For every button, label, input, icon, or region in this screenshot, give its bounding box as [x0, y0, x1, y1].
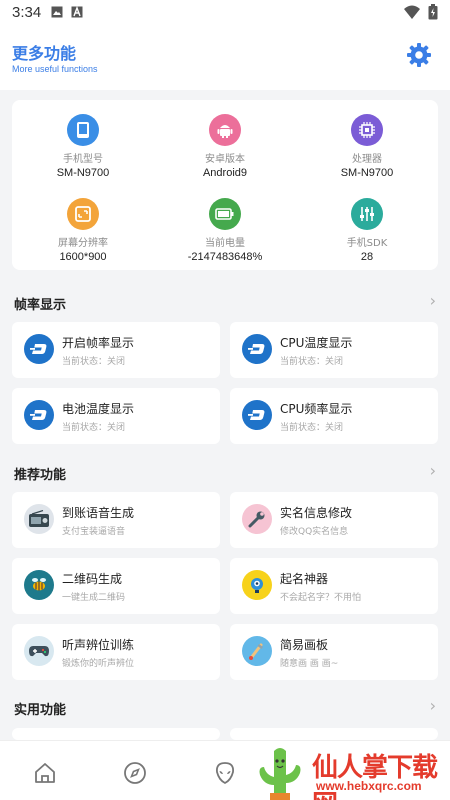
feature-card-naming[interactable]: 起名神器 不会起名字？不用怕: [230, 558, 438, 614]
screen-icon: [67, 198, 99, 230]
info-label: 屏幕分辨率: [58, 238, 108, 249]
info-battery: 当前电量 -2147483648%: [154, 198, 296, 263]
info-android-version: 安卓版本 Android9: [154, 114, 296, 179]
status-time: 3:34: [12, 3, 42, 21]
feature-card-battery-temp[interactable]: 电池温度显示 当前状态：关闭: [12, 388, 220, 444]
alien-icon[interactable]: [213, 761, 237, 785]
feature-status: 当前状态：关闭: [280, 423, 344, 433]
feature-card-partial[interactable]: [12, 728, 220, 740]
info-sdk: 手机SDK 28: [296, 198, 438, 263]
chevron-right-icon[interactable]: ›: [430, 696, 436, 715]
feature-name: 起名神器: [280, 572, 329, 586]
gear-icon[interactable]: [406, 42, 432, 68]
font-notification-icon: [71, 6, 83, 18]
feature-name: 二维码生成: [62, 572, 123, 586]
radio-icon: [24, 504, 54, 534]
section-title-utility: 实用功能: [14, 703, 67, 718]
feature-desc: 支付宝装逼语音: [62, 527, 126, 537]
compass-icon[interactable]: [123, 761, 147, 785]
gamepad-icon: [24, 636, 54, 666]
feature-card-partial[interactable]: [230, 728, 438, 740]
chevron-right-icon[interactable]: ›: [430, 291, 436, 310]
feature-card-fps-toggle[interactable]: 开启帧率显示 当前状态：关闭: [12, 322, 220, 378]
info-label: 处理器: [352, 154, 382, 165]
wrench-icon: [242, 504, 272, 534]
feature-card-realname[interactable]: 实名信息修改 修改QQ实名信息: [230, 492, 438, 548]
image-notification-icon: [51, 6, 63, 18]
feature-name: 实名信息修改: [280, 506, 353, 520]
feature-name: CPU频率显示: [280, 402, 353, 416]
chevron-right-icon[interactable]: ›: [430, 461, 436, 480]
page-title: 更多功能: [12, 44, 77, 63]
chip-icon: [351, 114, 383, 146]
cactus-icon: [259, 748, 301, 800]
feature-desc: 一键生成二维码: [62, 593, 126, 603]
bee-icon: [24, 570, 54, 600]
info-resolution: 屏幕分辨率 1600*900: [12, 198, 154, 263]
dash-icon: [24, 400, 54, 430]
dash-icon: [242, 334, 272, 364]
feature-name: 听声辨位训练: [62, 638, 135, 652]
feature-name: 电池温度显示: [62, 402, 135, 416]
feature-name: 简易画板: [280, 638, 329, 652]
wifi-icon: [404, 5, 420, 19]
feature-name: 开启帧率显示: [62, 336, 135, 350]
android-icon: [209, 114, 241, 146]
dash-icon: [242, 400, 272, 430]
dash-icon: [24, 334, 54, 364]
info-value: SM-N9700: [340, 167, 394, 179]
feature-status: 当前状态：关闭: [62, 357, 126, 367]
info-label: 当前电量: [205, 238, 245, 249]
feature-card-cpu-freq[interactable]: CPU频率显示 当前状态：关闭: [230, 388, 438, 444]
battery-icon: [209, 198, 241, 230]
info-phone-model: 手机型号 SM-N9700: [12, 114, 154, 179]
sliders-icon: [351, 198, 383, 230]
feature-name: 到账语音生成: [62, 506, 135, 520]
section-title-framerate: 帧率显示: [14, 298, 67, 313]
phone-icon: [67, 114, 99, 146]
status-bar: 3:34: [0, 0, 450, 24]
page-header: 更多功能 More useful functions: [0, 24, 450, 90]
feature-desc: 不会起名字？不用怕: [280, 593, 362, 603]
info-value: SM-N9700: [56, 167, 110, 179]
info-label: 手机SDK: [346, 238, 388, 249]
section-title-recommended: 推荐功能: [14, 468, 67, 483]
feature-card-sound-training[interactable]: 听声辨位训练 锻炼你的听声辨位: [12, 624, 220, 680]
info-value: -2147483648%: [187, 251, 263, 263]
paint-brush-icon: [242, 636, 272, 666]
feature-card-voice[interactable]: 到账语音生成 支付宝装逼语音: [12, 492, 220, 548]
feature-card-drawing-board[interactable]: 简易画板 随意画 画 画~: [230, 624, 438, 680]
device-info-card: 手机型号 SM-N9700 安卓版本 Android9 处理器 SM-N9700…: [12, 100, 438, 270]
feature-name: CPU温度显示: [280, 336, 353, 350]
feature-status: 当前状态：关闭: [62, 423, 126, 433]
bulb-head-icon: [242, 570, 272, 600]
feature-desc: 锻炼你的听声辨位: [62, 659, 135, 669]
feature-desc: 随意画 画 画~: [280, 659, 339, 669]
watermark-logo: 仙人掌下载网 www.hebxqrc.com: [250, 745, 450, 800]
feature-card-cpu-temp[interactable]: CPU温度显示 当前状态：关闭: [230, 322, 438, 378]
info-value: Android9: [202, 167, 248, 179]
page-subtitle: More useful functions: [12, 64, 98, 74]
watermark-url: www.hebxqrc.com: [316, 779, 422, 793]
info-label: 安卓版本: [205, 154, 245, 165]
feature-desc: 修改QQ实名信息: [280, 527, 349, 537]
info-processor: 处理器 SM-N9700: [296, 114, 438, 179]
battery-status-icon: [428, 4, 438, 20]
feature-card-qrcode[interactable]: 二维码生成 一键生成二维码: [12, 558, 220, 614]
feature-status: 当前状态：关闭: [280, 357, 344, 367]
info-label: 手机型号: [63, 154, 103, 165]
info-value: 1600*900: [59, 251, 107, 263]
info-value: 28: [360, 251, 374, 263]
home-icon[interactable]: [33, 761, 57, 785]
